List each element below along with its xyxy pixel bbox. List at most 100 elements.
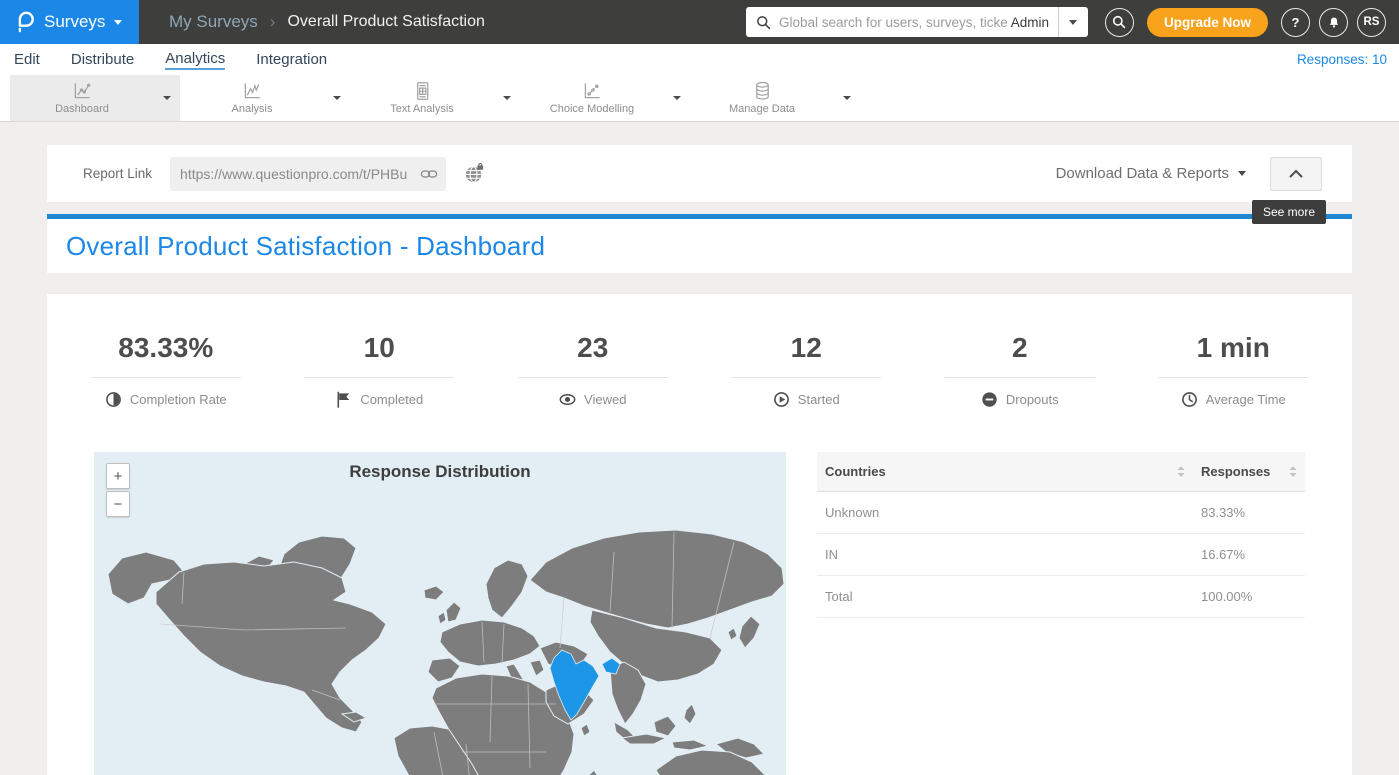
link-icon[interactable] — [420, 165, 438, 183]
chevron-down-icon — [1238, 171, 1246, 176]
sort-icon — [1289, 466, 1297, 477]
search-scope: Admin — [1011, 15, 1049, 30]
search-input[interactable] — [779, 15, 1007, 30]
stat-label: Average Time — [1206, 392, 1286, 407]
toolbar-item-text-analysis[interactable]: Text Analysis — [350, 75, 520, 121]
collapse-toolbar-button[interactable] — [1270, 157, 1322, 191]
toolbar-item-manage-data[interactable]: Manage Data — [690, 75, 860, 121]
product-switcher[interactable]: Surveys — [0, 0, 139, 44]
chevron-up-icon — [1289, 169, 1303, 178]
choice-modelling-dropdown[interactable] — [664, 75, 690, 121]
toolbar-item-dashboard[interactable]: Dashboard — [10, 75, 180, 121]
scatter-trend-icon — [582, 81, 603, 101]
stat-label: Viewed — [584, 392, 626, 407]
completion-gauge-icon — [105, 391, 122, 408]
countries-table-panel: Countries Responses — [817, 452, 1305, 775]
global-search[interactable]: Admin — [746, 7, 1088, 37]
breadcrumb-parent[interactable]: My Surveys — [169, 12, 258, 32]
avatar-initials: RS — [1364, 16, 1380, 28]
questionpro-logo-icon — [13, 10, 35, 34]
divider — [91, 377, 241, 378]
search-icon — [1112, 15, 1126, 29]
download-data-reports-menu[interactable]: Download Data & Reports — [1056, 165, 1246, 182]
report-link-label: Report Link — [83, 166, 152, 181]
map-philippines — [684, 704, 696, 724]
search-icon — [756, 15, 771, 30]
stat-viewed: 23 Viewed — [486, 332, 700, 408]
tab-edit[interactable]: Edit — [14, 51, 40, 68]
column-header-countries[interactable]: Countries — [817, 452, 1193, 492]
map-title: Response Distribution — [94, 452, 786, 482]
stat-completion-rate: 83.33% Completion Rate — [59, 332, 273, 408]
stat-value: 1 min — [1127, 332, 1341, 364]
toolbar-item-analysis[interactable]: Analysis — [180, 75, 350, 121]
map-uk — [446, 602, 461, 622]
map-iceland — [424, 586, 444, 600]
stat-value: 12 — [700, 332, 914, 364]
chevron-down-icon — [114, 20, 122, 25]
tab-integration[interactable]: Integration — [256, 51, 327, 68]
countries-table: Countries Responses — [817, 452, 1305, 618]
report-url-input[interactable] — [180, 166, 420, 182]
world-map[interactable] — [94, 452, 786, 775]
stat-value: 2 — [913, 332, 1127, 364]
topbar-actions: Admin Upgrade Now ? RS — [746, 7, 1399, 37]
divider — [945, 377, 1095, 378]
response-distribution-map: Response Distribution + − — [94, 452, 786, 775]
breadcrumb: My Surveys › Overall Product Satisfactio… — [169, 12, 485, 32]
divider — [1158, 377, 1308, 378]
map-balkans — [530, 660, 544, 676]
responses-cell: 16.67% — [1193, 534, 1305, 576]
zoom-out-button[interactable]: − — [106, 491, 130, 517]
map-japan — [739, 616, 760, 648]
text-analysis-dropdown[interactable] — [494, 75, 520, 121]
page-title: Overall Product Satisfaction - Dashboard — [66, 231, 545, 262]
zoom-in-button[interactable]: + — [106, 463, 130, 489]
column-label: Responses — [1201, 464, 1270, 479]
toolbar-item-label: Manage Data — [729, 103, 795, 115]
avatar[interactable]: RS — [1357, 8, 1386, 37]
search-button[interactable] — [1105, 8, 1134, 37]
stat-started: 12 Started — [700, 332, 914, 408]
report-url-box[interactable] — [170, 157, 446, 191]
upgrade-now-button[interactable]: Upgrade Now — [1147, 8, 1268, 37]
bell-icon — [1327, 15, 1341, 30]
stat-value: 23 — [486, 332, 700, 364]
topbar: Surveys My Surveys › Overall Product Sat… — [0, 0, 1399, 44]
analysis-dropdown[interactable] — [324, 75, 350, 121]
stat-value: 10 — [273, 332, 487, 364]
notifications-button[interactable] — [1319, 8, 1348, 37]
manage-data-dropdown[interactable] — [834, 75, 860, 121]
dashboard-dropdown[interactable] — [154, 75, 180, 121]
tab-distribute[interactable]: Distribute — [71, 51, 134, 68]
map-russia — [530, 530, 784, 628]
public-report-settings[interactable] — [464, 163, 485, 184]
search-scope-dropdown[interactable] — [1059, 7, 1088, 37]
map-north-america — [156, 562, 386, 732]
toolbar-item-label: Dashboard — [55, 103, 109, 115]
divider — [304, 377, 454, 378]
download-data-reports-label: Download Data & Reports — [1056, 165, 1229, 182]
tab-analytics[interactable]: Analytics — [165, 50, 225, 70]
analytics-toolbar: Dashboard Analysis Text Analysis — [0, 75, 1399, 122]
country-cell: Unknown — [817, 492, 1193, 534]
breadcrumb-separator-icon: › — [270, 12, 276, 32]
column-label: Countries — [825, 464, 886, 479]
column-header-responses[interactable]: Responses — [1193, 452, 1305, 492]
stat-label: Completed — [360, 392, 423, 407]
stat-value: 83.33% — [59, 332, 273, 364]
chevron-down-icon — [843, 96, 851, 100]
map-borneo — [654, 716, 676, 736]
toolbar-item-choice-modelling[interactable]: Choice Modelling — [520, 75, 690, 121]
map-europe — [440, 620, 540, 666]
see-more-tooltip: See more — [1252, 200, 1326, 224]
stat-average-time: 1 min Average Time — [1127, 332, 1341, 408]
toolbar-item-label: Text Analysis — [390, 103, 454, 115]
help-button[interactable]: ? — [1281, 8, 1310, 37]
clock-icon — [1181, 391, 1198, 408]
divider — [518, 377, 668, 378]
map-india-northeast-highlight[interactable] — [602, 658, 620, 674]
chevron-down-icon — [1069, 20, 1077, 25]
table-row: IN 16.67% — [817, 534, 1305, 576]
flag-icon — [335, 391, 352, 408]
